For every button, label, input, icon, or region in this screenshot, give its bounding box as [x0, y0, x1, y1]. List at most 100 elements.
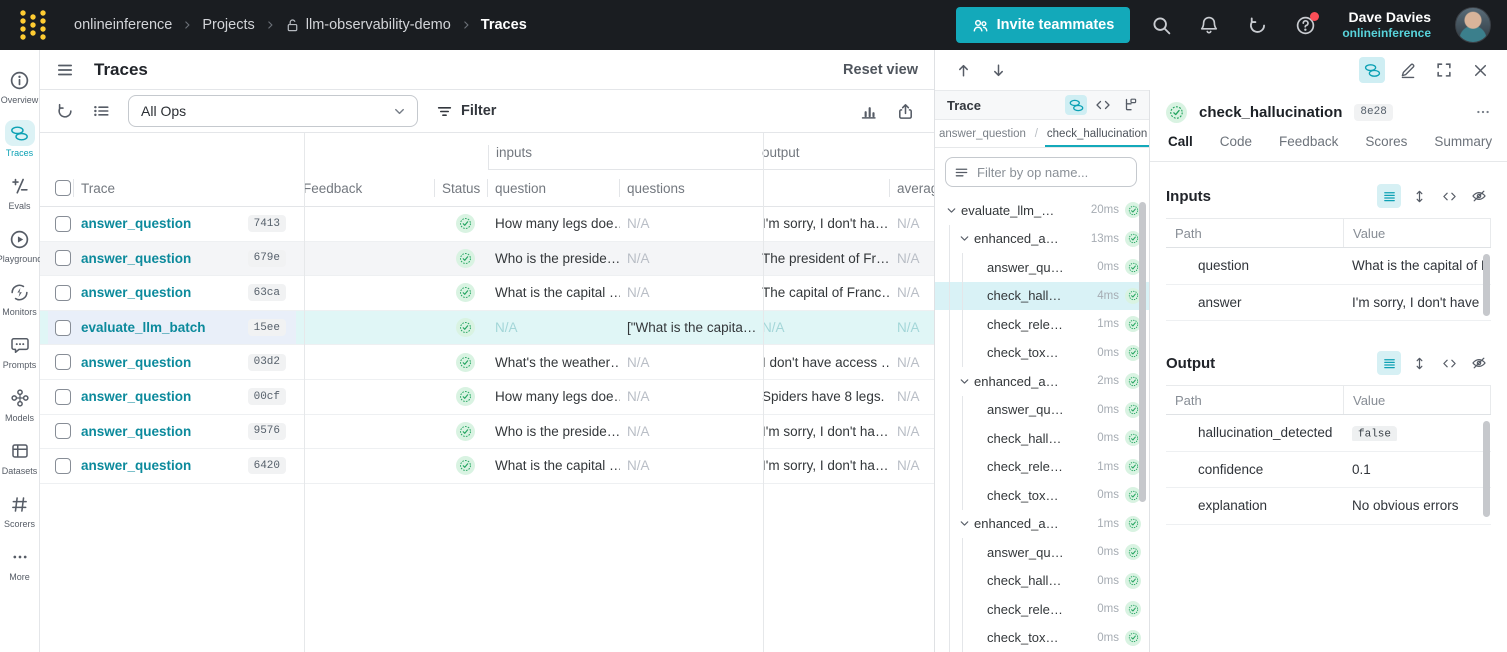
- code-view-icon[interactable]: [1092, 95, 1114, 115]
- table-row[interactable]: evaluate_llm_batch 15ee N/A ["What is th…: [40, 310, 934, 346]
- value-scrollbar[interactable]: [1483, 421, 1490, 517]
- col-header-status[interactable]: Status: [435, 170, 488, 206]
- expand-rows-icon[interactable]: [1407, 184, 1431, 208]
- trace-op-link[interactable]: answer_question: [81, 424, 191, 439]
- filter-button[interactable]: Filter: [436, 103, 496, 120]
- trace-op-link[interactable]: answer_question: [81, 355, 191, 370]
- code-view-icon[interactable]: [1437, 351, 1461, 375]
- hide-values-eye-off-icon[interactable]: [1467, 184, 1491, 208]
- sidebar-item-overview[interactable]: Overview: [0, 62, 40, 110]
- tree-node[interactable]: check_rele… 0ms: [935, 595, 1149, 624]
- col-header-average[interactable]: average: [890, 170, 934, 206]
- table-row[interactable]: answer_question 6420 What is the capital…: [40, 449, 934, 484]
- sidebar-item-playground[interactable]: Playground: [0, 221, 42, 269]
- fullscreen-icon[interactable]: [1431, 57, 1457, 83]
- chart-icon[interactable]: [859, 102, 878, 121]
- tree-node[interactable]: check_tox… 0ms: [935, 338, 1149, 367]
- tree-node[interactable]: check_tox… 0ms: [935, 623, 1149, 652]
- chevron-down-icon[interactable]: [956, 232, 972, 245]
- trace-op-link[interactable]: answer_question: [81, 251, 191, 266]
- code-view-icon[interactable]: [1437, 184, 1461, 208]
- row-checkbox[interactable]: [55, 423, 71, 440]
- tree-node[interactable]: check_rele… 1ms: [935, 452, 1149, 481]
- tree-node[interactable]: answer_qu… 0ms: [935, 253, 1149, 282]
- sidebar-item-monitors[interactable]: Monitors: [0, 274, 40, 322]
- call-tab[interactable]: Scores: [1365, 134, 1407, 161]
- export-icon[interactable]: [896, 102, 915, 121]
- sidebar-item-prompts[interactable]: Prompts: [0, 327, 40, 375]
- chevron-down-icon[interactable]: [956, 517, 972, 530]
- trace-op-link[interactable]: answer_question: [81, 285, 191, 300]
- table-row[interactable]: answer_question 679e Who is the preside……: [40, 241, 934, 277]
- reset-view-button[interactable]: Reset view: [843, 62, 918, 78]
- breadcrumb-entity[interactable]: onlineinference: [74, 17, 172, 33]
- row-checkbox[interactable]: [55, 457, 71, 474]
- tree-node[interactable]: enhanced_a… 1ms: [935, 509, 1149, 538]
- row-checkbox[interactable]: [55, 284, 71, 301]
- refresh-icon[interactable]: [56, 102, 74, 120]
- tree-node[interactable]: answer_qu… 0ms: [935, 538, 1149, 567]
- select-all-checkbox[interactable]: [55, 180, 71, 196]
- wandb-logo[interactable]: [18, 8, 48, 42]
- sidebar-item-evals[interactable]: Evals: [0, 168, 40, 216]
- search-icon[interactable]: [1144, 8, 1178, 42]
- breadcrumb-projects[interactable]: Projects: [202, 17, 254, 33]
- row-checkbox[interactable]: [55, 215, 71, 232]
- tree-node[interactable]: enhanced_a… 13ms: [935, 224, 1149, 253]
- trace-view-toggle-icon[interactable]: [1359, 57, 1385, 83]
- value-scrollbar[interactable]: [1483, 254, 1490, 316]
- avatar[interactable]: [1455, 7, 1491, 43]
- trace-op-link[interactable]: answer_question: [81, 458, 191, 473]
- tree-node[interactable]: answer_qu… 0ms: [935, 395, 1149, 424]
- invite-teammates-button[interactable]: Invite teammates: [955, 7, 1131, 43]
- table-row[interactable]: answer_question 00cf How many legs doe… …: [40, 379, 934, 415]
- user-block[interactable]: Dave Davies onlineinference: [1342, 9, 1431, 42]
- chevron-down-icon[interactable]: [943, 204, 959, 217]
- sidebar-item-models[interactable]: Models: [0, 380, 40, 428]
- prev-call-arrow-up-icon[interactable]: [955, 62, 972, 79]
- trace-op-link[interactable]: answer_question: [81, 389, 191, 404]
- tree-node[interactable]: check_tox… 0ms: [935, 481, 1149, 510]
- col-header-feedback[interactable]: Feedback: [296, 170, 435, 206]
- breadcrumb-project[interactable]: llm-observability-demo: [306, 17, 451, 33]
- help-icon[interactable]: [1288, 8, 1322, 42]
- row-checkbox[interactable]: [55, 354, 71, 371]
- notifications-bell-icon[interactable]: [1192, 8, 1226, 42]
- tree-node[interactable]: enhanced_a… 2ms: [935, 367, 1149, 396]
- overflow-menu-icon[interactable]: [1475, 104, 1491, 120]
- trace-op-link[interactable]: evaluate_llm_batch: [81, 320, 206, 335]
- col-header-questions[interactable]: questions: [620, 170, 755, 206]
- chevron-down-icon[interactable]: [956, 375, 972, 388]
- col-header-question[interactable]: question: [488, 170, 620, 206]
- tree-node[interactable]: check_rele… 1ms: [935, 310, 1149, 339]
- call-tab[interactable]: Call: [1168, 134, 1193, 161]
- row-checkbox[interactable]: [55, 250, 71, 267]
- tree-view-icon[interactable]: [1065, 95, 1087, 115]
- tab-parent-op[interactable]: answer_question: [937, 128, 1028, 147]
- call-tab[interactable]: Feedback: [1279, 134, 1338, 161]
- col-header-output[interactable]: [755, 170, 890, 206]
- table-row[interactable]: answer_question 7413 How many legs doe… …: [40, 207, 934, 242]
- list-view-icon[interactable]: [1377, 351, 1401, 375]
- sidebar-item-datasets[interactable]: Datasets: [0, 433, 40, 481]
- call-tab[interactable]: Code: [1220, 134, 1252, 161]
- ops-filter-select[interactable]: All Ops: [128, 95, 418, 127]
- col-header-trace[interactable]: Trace: [74, 170, 296, 206]
- sidebar-item-traces[interactable]: Traces: [0, 115, 40, 163]
- flame-graph-icon[interactable]: [1119, 95, 1141, 115]
- edit-pencil-icon[interactable]: [1395, 57, 1421, 83]
- tree-node[interactable]: check_hall… 0ms: [935, 424, 1149, 453]
- trace-op-link[interactable]: answer_question: [81, 216, 191, 231]
- tab-active-op[interactable]: check_hallucination: [1044, 128, 1149, 147]
- column-settings-icon[interactable]: [92, 102, 110, 120]
- table-row[interactable]: answer_question 63ca What is the capital…: [40, 276, 934, 311]
- sidebar-toggle-icon[interactable]: [56, 61, 74, 79]
- call-tab[interactable]: Summary: [1434, 134, 1492, 161]
- sync-history-icon[interactable]: [1240, 8, 1274, 42]
- table-row[interactable]: answer_question 9576 Who is the preside……: [40, 414, 934, 450]
- list-view-icon[interactable]: [1377, 184, 1401, 208]
- tree-node[interactable]: evaluate_llm_… 20ms: [935, 196, 1149, 225]
- op-filter-box[interactable]: [945, 157, 1137, 187]
- sidebar-item-more[interactable]: More: [0, 539, 40, 587]
- row-checkbox[interactable]: [55, 319, 71, 336]
